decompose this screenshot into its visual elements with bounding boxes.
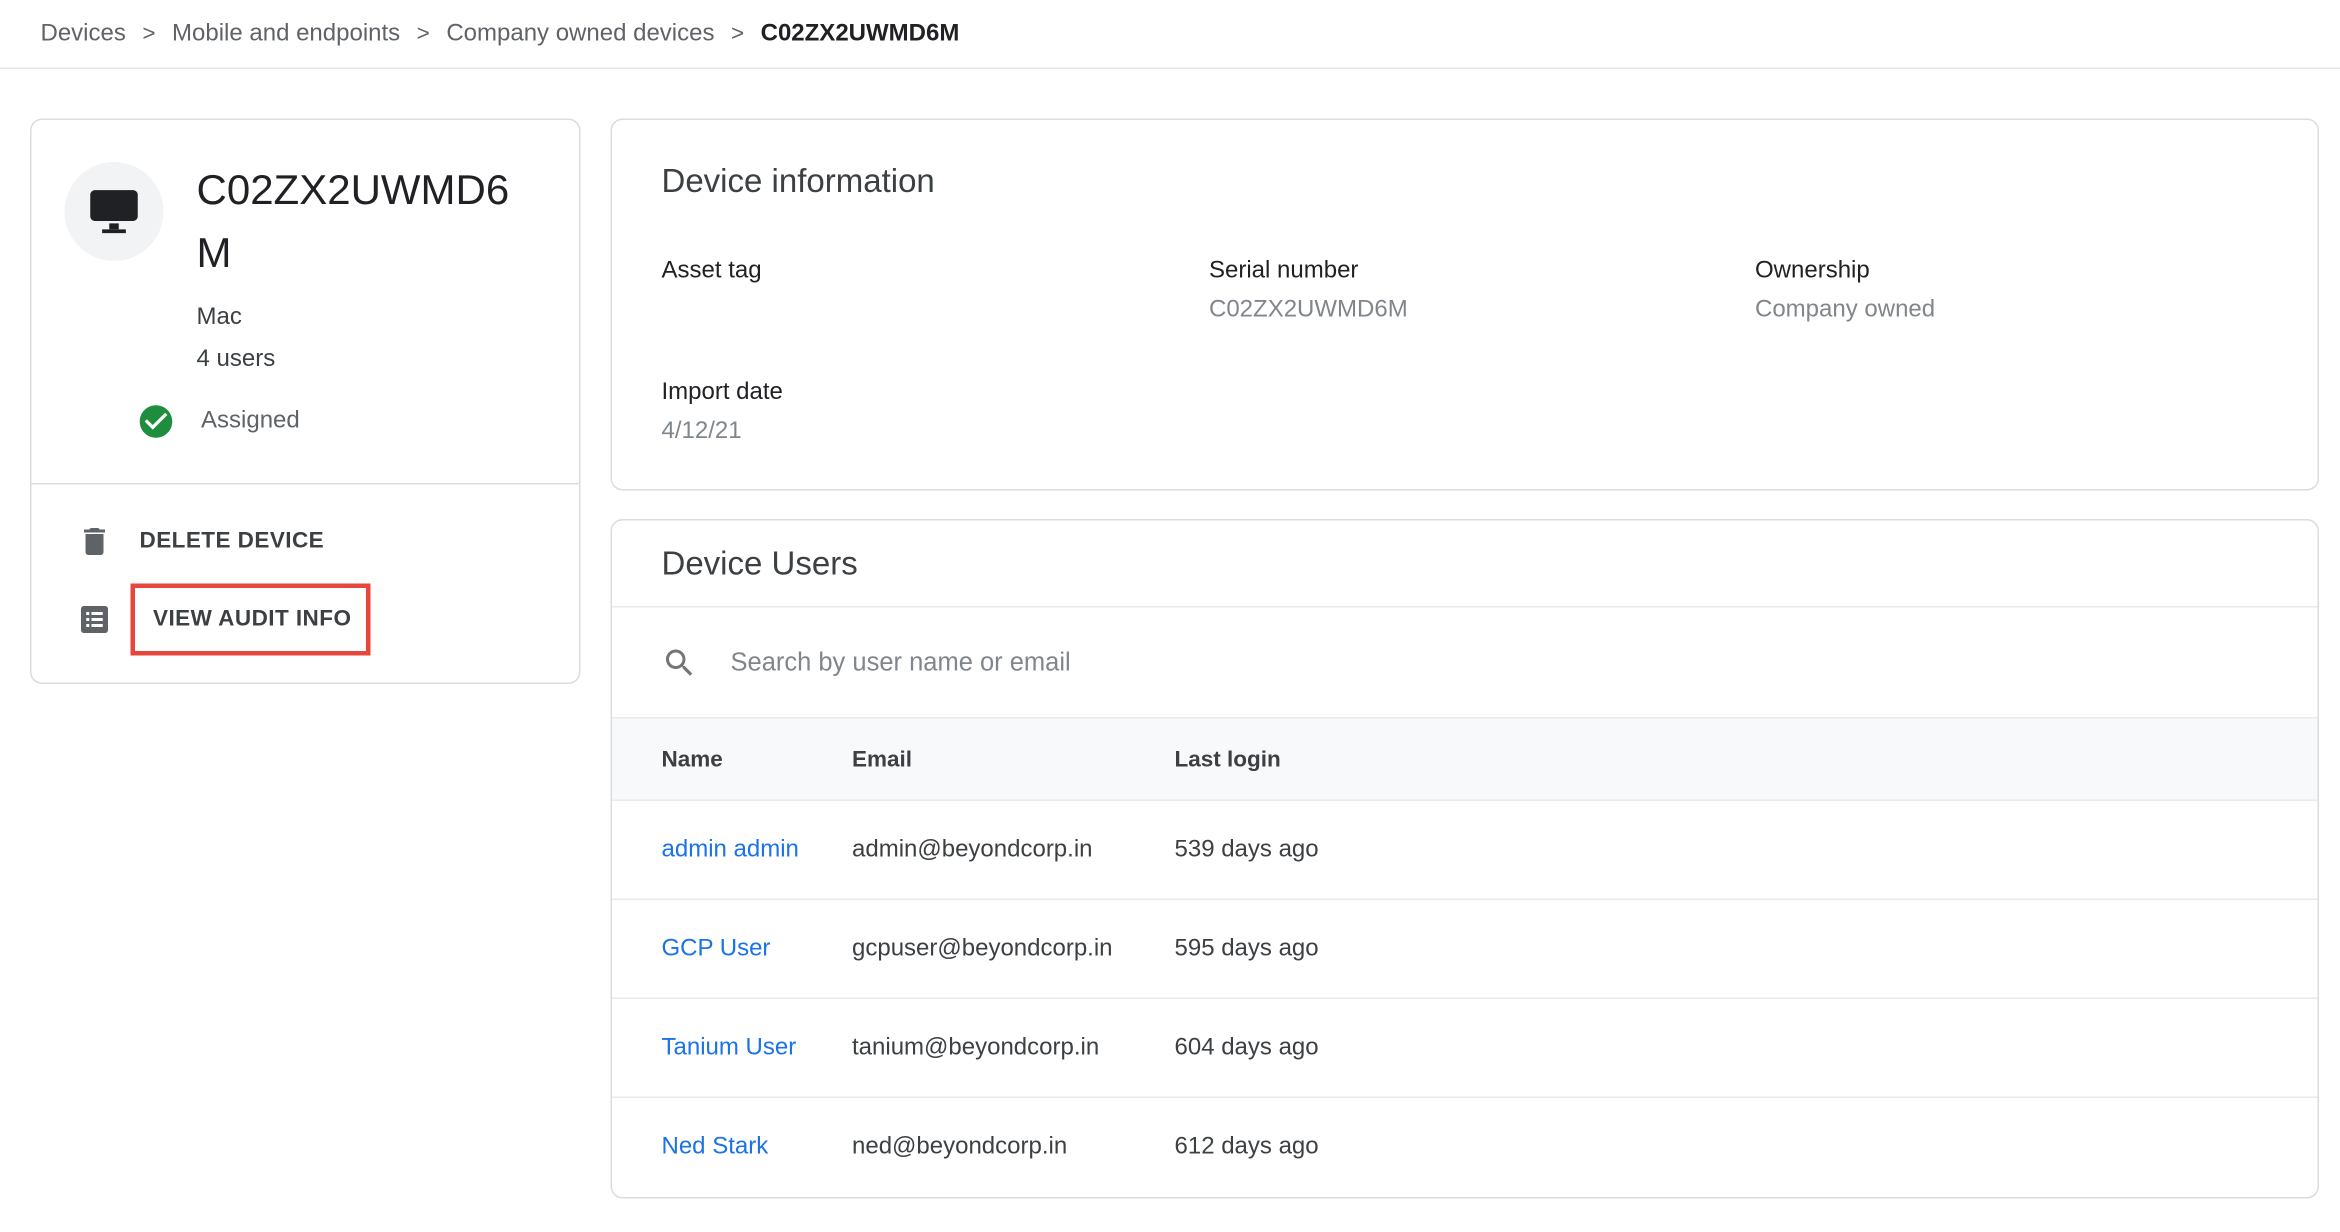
device-information-card: Device information Asset tag Serial numb…	[611, 119, 2320, 491]
info-field-value	[662, 290, 1210, 332]
chevron-right-icon: >	[731, 21, 744, 47]
device-information-fields: Asset tag Serial number C02ZX2UWMD6M Own…	[612, 252, 2318, 453]
delete-device-button[interactable]: DELETE DEVICE	[32, 503, 580, 581]
user-name-link[interactable]: GCP User	[662, 935, 853, 962]
info-field-label: Serial number	[1209, 252, 1755, 290]
breadcrumb-item: Devices >	[41, 20, 173, 47]
breadcrumb-link[interactable]: C02ZX2UWMD6M	[761, 20, 960, 47]
user-name-link[interactable]: Tanium User	[662, 1034, 853, 1061]
user-search-bar	[612, 608, 2318, 719]
breadcrumb-item: Mobile and endpoints >	[172, 20, 446, 47]
column-header: Last login	[1175, 746, 2269, 772]
search-icon	[662, 644, 698, 680]
user-name-link[interactable]: Ned Stark	[662, 1134, 853, 1161]
device-type: Mac	[197, 297, 547, 339]
info-field: Import date 4/12/21	[662, 374, 1210, 454]
chevron-right-icon: >	[142, 21, 155, 47]
breadcrumb-link[interactable]: Devices	[41, 20, 126, 47]
desktop-icon	[86, 183, 143, 240]
info-field-value: 4/12/21	[662, 411, 1210, 453]
device-information-title: Device information	[612, 120, 2318, 201]
device-summary-card: C02ZX2UWMD6M Mac 4 users Assigned	[30, 119, 581, 685]
device-head: C02ZX2UWMD6M Mac 4 users Assigned	[32, 120, 580, 483]
breadcrumb-item: C02ZX2UWMD6M >	[761, 20, 960, 47]
table-row: admin admin admin@beyondcorp.in 539 days…	[612, 801, 2318, 900]
info-field: Ownership Company owned	[1755, 252, 2268, 332]
main-content: C02ZX2UWMD6M Mac 4 users Assigned	[0, 69, 2340, 1199]
user-email: ned@beyondcorp.in	[852, 1134, 1175, 1161]
table-row: Ned Stark ned@beyondcorp.in 612 days ago	[612, 1098, 2318, 1197]
status-badge: Assigned	[201, 408, 300, 435]
check-circle-icon	[137, 402, 176, 441]
user-email: gcpuser@beyondcorp.in	[852, 935, 1175, 962]
table-row: GCP User gcpuser@beyondcorp.in 595 days …	[612, 900, 2318, 999]
info-field-label: Import date	[662, 374, 1210, 412]
device-users-header: Device Users	[612, 521, 2318, 608]
status-row: Assigned	[137, 402, 547, 441]
trash-icon	[77, 524, 113, 560]
breadcrumb: Devices > Mobile and endpoints > Company…	[0, 0, 2340, 69]
device-avatar	[65, 162, 164, 261]
device-users-title: Device Users	[662, 544, 858, 583]
info-field-value: Company owned	[1755, 290, 2268, 332]
user-last-login: 539 days ago	[1175, 836, 2269, 863]
delete-device-label: DELETE DEVICE	[140, 528, 325, 555]
user-last-login: 595 days ago	[1175, 935, 2269, 962]
users-table-body: admin admin admin@beyondcorp.in 539 days…	[612, 801, 2318, 1197]
device-title: C02ZX2UWMD6M	[197, 159, 515, 285]
device-users-card: Device Users Name Email Last login	[611, 519, 2320, 1199]
info-field-label: Ownership	[1755, 252, 2268, 290]
user-email: admin@beyondcorp.in	[852, 836, 1175, 863]
chevron-right-icon: >	[417, 21, 430, 47]
user-last-login: 612 days ago	[1175, 1134, 2269, 1161]
column-header: Name	[662, 746, 853, 772]
column-header: Email	[852, 746, 1175, 772]
device-actions: DELETE DEVICE VIEW AUDIT INF	[32, 485, 580, 683]
breadcrumb-link[interactable]: Mobile and endpoints	[172, 20, 400, 47]
info-field: Serial number C02ZX2UWMD6M	[1209, 252, 1755, 332]
info-field-value: C02ZX2UWMD6M	[1209, 290, 1755, 332]
user-name-link[interactable]: admin admin	[662, 836, 853, 863]
view-audit-info-label: VIEW AUDIT INFO	[131, 584, 371, 656]
page: Devices > Mobile and endpoints > Company…	[0, 0, 2340, 1232]
user-search-input[interactable]	[731, 647, 2269, 677]
breadcrumb-item: Company owned devices >	[446, 20, 760, 47]
device-users-count: 4 users	[197, 339, 547, 381]
detail-column: Device information Asset tag Serial numb…	[611, 119, 2320, 1199]
list-icon	[77, 602, 113, 638]
info-field: Asset tag	[662, 252, 1210, 332]
users-table-header: Name Email Last login	[612, 719, 2318, 802]
breadcrumb-link[interactable]: Company owned devices	[446, 20, 714, 47]
user-email: tanium@beyondcorp.in	[852, 1034, 1175, 1061]
user-last-login: 604 days ago	[1175, 1034, 2269, 1061]
info-field-label: Asset tag	[662, 252, 1210, 290]
table-row: Tanium User tanium@beyondcorp.in 604 day…	[612, 999, 2318, 1098]
view-audit-info-button[interactable]: VIEW AUDIT INFO	[32, 581, 580, 659]
